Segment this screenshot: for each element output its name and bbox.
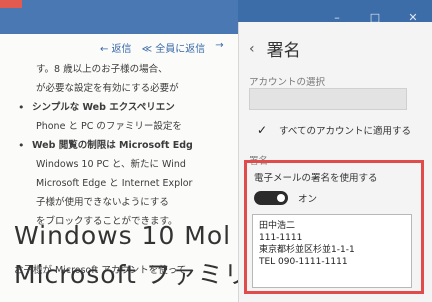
bullet-dot: • — [18, 139, 25, 152]
bullet-item: • シンプルな Web エクスペリエン — [18, 98, 238, 117]
body-line: お子様が Microsoft アカウントを使って — [14, 265, 187, 276]
section-heading: Windows 10 Mol — [14, 221, 232, 250]
bullet-item: • Web 閲覧の制限は Microsoft Edg — [18, 136, 238, 155]
body-line: Windows 10 PC と、新たに Wind — [36, 159, 186, 170]
pane-header: ‹ 署名 — [249, 36, 301, 62]
checkmark-icon[interactable]: ✓ — [255, 123, 269, 137]
pane-title: 署名 — [266, 41, 301, 61]
body-line: が必要な設定を有効にする必要が — [36, 83, 179, 94]
reader-toolbar: ← 返信 ≪ 全員に返信 → — [100, 40, 224, 55]
bullet-title: シンプルな Web エクスペリエン — [32, 102, 175, 113]
bullet-dot: • — [18, 101, 25, 114]
message-body: す。8 歳以上のお子様の場合、 が必要な設定を有効にする必要が • シンプルな … — [18, 60, 238, 231]
highlight-frame — [244, 160, 424, 294]
bullet-title: Web 閲覧の制限は Microsoft Edg — [32, 140, 193, 151]
reply-all-button[interactable]: ≪ 全員に返信 — [142, 40, 206, 55]
back-arrow-icon[interactable]: ‹ — [249, 41, 255, 57]
account-select[interactable] — [249, 88, 407, 110]
mail-app-screen: – □ ✕ ← 返信 ≪ 全員に返信 → す。8 歳以上のお子様の場合、 が必要… — [0, 0, 432, 302]
body-line: Phone と PC のファミリー設定を — [36, 121, 182, 132]
account-select-label: アカウントの選択 — [249, 77, 326, 88]
corner-marker — [0, 0, 22, 8]
forward-button[interactable]: → — [215, 40, 223, 55]
body-line: Microsoft Edge と Internet Explor — [36, 178, 193, 189]
body-line: 子様が使用できないようにする — [36, 197, 169, 208]
titlebar-left — [0, 0, 238, 34]
apply-all-row[interactable]: ✓ すべてのアカウントに適用する — [255, 123, 411, 137]
reply-button[interactable]: ← 返信 — [100, 40, 132, 55]
apply-all-label: すべてのアカウントに適用する — [279, 126, 411, 137]
reading-pane: ← 返信 ≪ 全員に返信 → す。8 歳以上のお子様の場合、 が必要な設定を有効… — [0, 34, 238, 302]
body-line: す。8 歳以上のお子様の場合、 — [36, 64, 168, 75]
